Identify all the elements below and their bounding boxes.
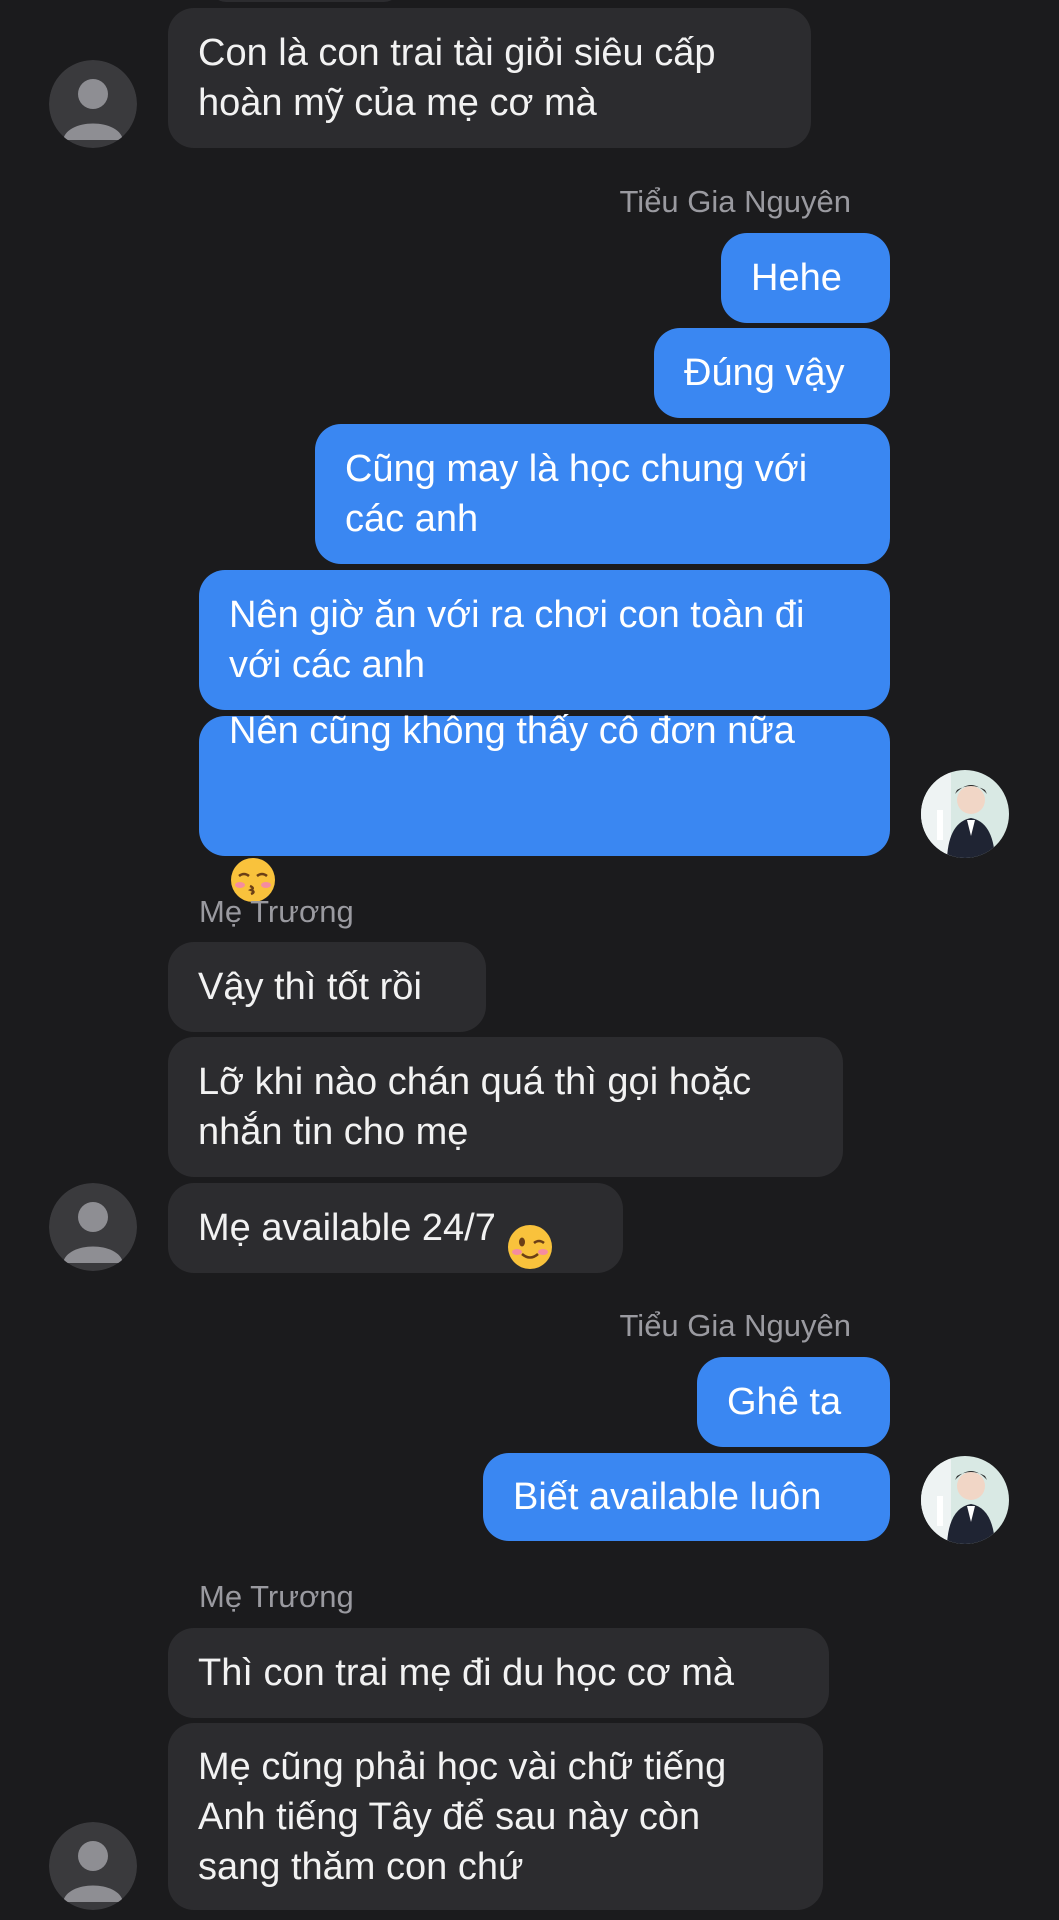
message-bubble-outgoing[interactable]: Ghê ta [697,1357,890,1447]
message-text: Đúng vậy [684,352,845,394]
message-text: Biết available luôn [513,1476,822,1518]
message-bubble-outgoing[interactable]: Nên cũng không thấy cô đơn nữa [199,710,890,902]
message-text: Mẹ cũng phải học vài chữ tiếng Anh tiếng… [198,1745,727,1888]
default-avatar-icon[interactable] [49,60,137,148]
message-text: Ghê ta [727,1381,842,1423]
previous-message-bubble-edge [210,0,400,2]
message-bubble-incoming[interactable]: Mẹ available 24/7 [168,1183,623,1273]
sender-name-incoming: Mẹ Trương [199,894,354,929]
message-text: Vậy thì tốt rồi [198,966,422,1008]
default-avatar-icon[interactable] [49,1822,137,1910]
message-text: Con là con trai tài giỏi siêu cấp hoàn m… [198,32,716,124]
sender-name-incoming: Mẹ Trương [199,1579,354,1614]
message-bubble-outgoing[interactable]: Cũng may là học chung với các anh [315,424,890,564]
sender-name-outgoing: Tiểu Gia Nguyên [619,1308,851,1343]
message-text: Hehe [751,257,842,299]
message-bubble-outgoing[interactable]: Biết available luôn [483,1453,890,1541]
message-text: Nên cũng không thấy cô đơn nữa [229,709,795,752]
message-bubble-outgoing[interactable]: Đúng vậy [654,328,890,418]
message-bubble-outgoing[interactable]: Hehe [721,233,890,323]
message-text: Cũng may là học chung với các anh [345,448,808,540]
message-bubble-incoming[interactable]: Vậy thì tốt rồi [168,942,486,1032]
message-text: Mẹ available 24/7 [198,1207,496,1249]
message-text: Lỡ khi nào chán quá thì gọi hoặc nhắn ti… [198,1061,752,1153]
message-bubble-incoming[interactable]: Mẹ cũng phải học vài chữ tiếng Anh tiếng… [168,1723,823,1910]
message-bubble-incoming[interactable]: Thì con trai mẹ đi du học cơ mà [168,1628,829,1718]
message-bubble-incoming[interactable]: Con là con trai tài giỏi siêu cấp hoàn m… [168,8,811,148]
message-text: Thì con trai mẹ đi du học cơ mà [198,1652,735,1694]
sender-name-outgoing: Tiểu Gia Nguyên [619,184,851,219]
winking-face-icon [506,1173,554,1284]
message-content: Nên cũng không thấy cô đơn nữa [229,656,795,917]
default-avatar-icon[interactable] [49,1183,137,1271]
message-bubble-incoming[interactable]: Lỡ khi nào chán quá thì gọi hoặc nhắn ti… [168,1037,843,1177]
user-profile-avatar[interactable] [921,1456,1009,1544]
user-profile-avatar[interactable] [921,770,1009,858]
